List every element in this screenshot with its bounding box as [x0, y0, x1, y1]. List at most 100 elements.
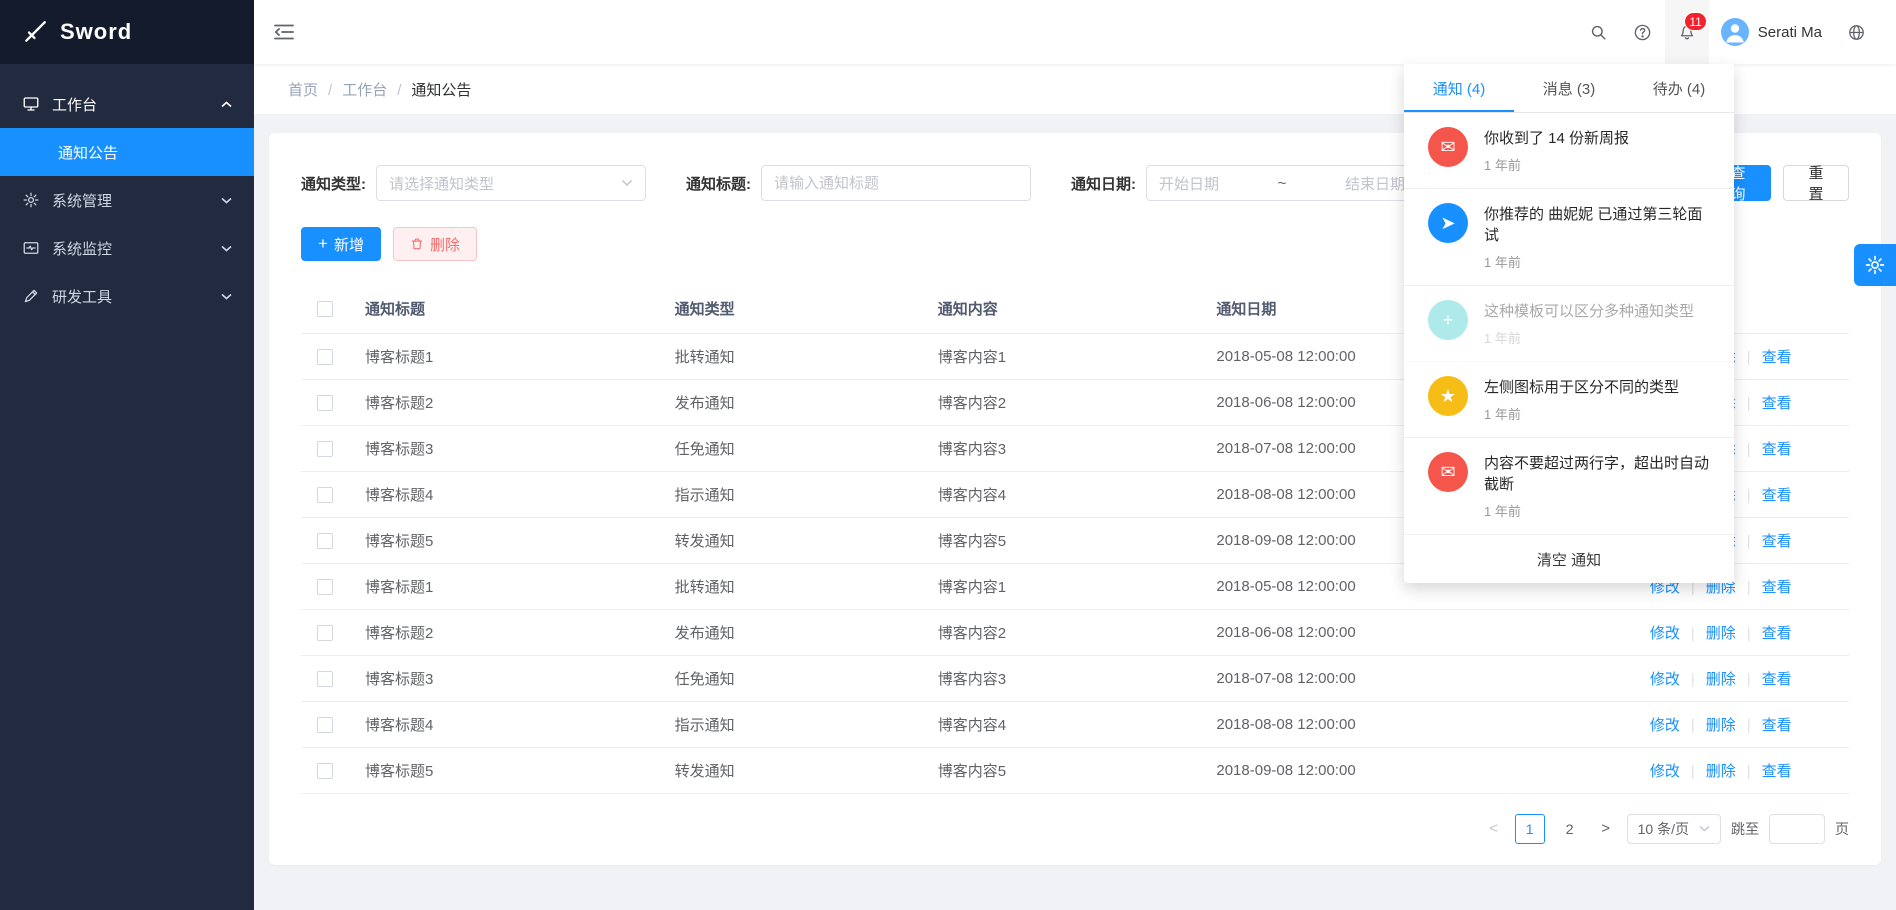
sidebar-item-label: 工作台	[52, 94, 220, 115]
notification-title: 左侧图标用于区分不同的类型	[1484, 377, 1679, 398]
row-action-delete[interactable]: 删除	[1680, 763, 1736, 780]
row-action-view[interactable]: 查看	[1736, 487, 1792, 504]
select-all-checkbox[interactable]	[317, 301, 333, 317]
row-action-view[interactable]: 查看	[1736, 441, 1792, 458]
row-checkbox[interactable]	[317, 533, 333, 549]
notification-time: 1 年前	[1484, 252, 1710, 271]
user-menu[interactable]: Serati Ma	[1709, 0, 1834, 64]
notification-time: 1 年前	[1484, 155, 1629, 174]
cell-title: 博客标题1	[349, 333, 659, 379]
filter-type-label: 通知类型:	[301, 173, 366, 194]
notification-panel: 通知 (4) 消息 (3) 待办 (4) ✉ 你收到了 14 份新周报 1 年前…	[1404, 64, 1734, 583]
add-button[interactable]: 新增	[301, 227, 381, 261]
page-size-value: 10 条/页	[1638, 819, 1689, 839]
row-action-view[interactable]: 查看	[1736, 395, 1792, 412]
notification-item[interactable]: ✉ 你收到了 14 份新周报 1 年前	[1404, 113, 1734, 189]
notification-time: 1 年前	[1484, 404, 1679, 423]
date-range-picker[interactable]: 开始日期 ~ 结束日期	[1146, 165, 1418, 201]
sidebar-menu: 工作台 通知公告 系统管理	[0, 64, 254, 320]
row-checkbox[interactable]	[317, 349, 333, 365]
notice-title-input[interactable]	[774, 175, 1018, 192]
delete-button[interactable]: 删除	[393, 227, 477, 261]
row-action-view[interactable]: 查看	[1736, 671, 1792, 688]
col-type: 通知类型	[659, 285, 922, 333]
tab-todos[interactable]: 待办 (4)	[1624, 64, 1734, 112]
tab-messages[interactable]: 消息 (3)	[1514, 64, 1624, 112]
row-action-edit[interactable]: 修改	[1650, 625, 1680, 642]
table-row: 博客标题3 任免通知 博客内容3 2018-07-08 12:00:00 修改删…	[301, 655, 1849, 701]
page-button-2[interactable]: 2	[1555, 814, 1585, 844]
row-action-view[interactable]: 查看	[1736, 533, 1792, 550]
sword-icon	[22, 19, 48, 45]
monitor-icon	[22, 95, 40, 113]
row-action-view[interactable]: 查看	[1736, 625, 1792, 642]
sidebar-item-label: 通知公告	[58, 142, 118, 163]
search-icon[interactable]	[1577, 0, 1621, 64]
cell-content: 博客内容3	[922, 655, 1201, 701]
row-action-edit[interactable]: 修改	[1650, 717, 1680, 734]
chevron-down-icon	[621, 179, 633, 187]
row-action-delete[interactable]: 删除	[1680, 671, 1736, 688]
breadcrumb-home[interactable]: 首页	[288, 79, 318, 100]
select-placeholder: 请选择通知类型	[389, 173, 494, 194]
page-button-1[interactable]: 1	[1515, 814, 1545, 844]
row-checkbox[interactable]	[317, 717, 333, 733]
notification-item[interactable]: ★ 左侧图标用于区分不同的类型 1 年前	[1404, 362, 1734, 438]
notifications-bell-icon[interactable]: 11	[1665, 0, 1709, 64]
notification-title: 这种模板可以区分多种通知类型	[1484, 301, 1694, 322]
cell-type: 转发通知	[659, 517, 922, 563]
row-action-view[interactable]: 查看	[1736, 579, 1792, 596]
row-action-edit[interactable]: 修改	[1650, 671, 1680, 688]
clear-notifications-button[interactable]: 清空 通知	[1404, 535, 1734, 583]
notification-title: 你推荐的 曲妮妮 已通过第三轮面试	[1484, 204, 1710, 246]
notification-time: 1 年前	[1484, 501, 1710, 520]
row-checkbox[interactable]	[317, 579, 333, 595]
help-icon[interactable]	[1621, 0, 1665, 64]
cell-title: 博客标题3	[349, 655, 659, 701]
tab-notifications[interactable]: 通知 (4)	[1404, 64, 1514, 112]
cell-content: 博客内容4	[922, 471, 1201, 517]
next-page-button[interactable]: >	[1595, 820, 1617, 837]
add-button-label: 新增	[334, 234, 364, 255]
page-size-select[interactable]: 10 条/页	[1627, 814, 1721, 844]
trash-icon	[410, 237, 424, 251]
start-date-placeholder: 开始日期	[1159, 173, 1219, 194]
row-checkbox[interactable]	[317, 671, 333, 687]
language-globe-icon[interactable]	[1834, 0, 1878, 64]
notification-item[interactable]: + 这种模板可以区分多种通知类型 1 年前	[1404, 286, 1734, 362]
row-checkbox[interactable]	[317, 441, 333, 457]
row-checkbox[interactable]	[317, 763, 333, 779]
chevron-up-icon	[220, 98, 232, 110]
notice-type-select[interactable]: 请选择通知类型	[376, 165, 646, 201]
jump-suffix: 页	[1835, 819, 1849, 839]
sidebar-item-dev-tools[interactable]: 研发工具	[0, 272, 254, 320]
row-checkbox[interactable]	[317, 395, 333, 411]
notification-item[interactable]: ➤ 你推荐的 曲妮妮 已通过第三轮面试 1 年前	[1404, 189, 1734, 286]
reset-button[interactable]: 重 置	[1783, 165, 1849, 201]
sidebar-item-notice[interactable]: 通知公告	[0, 128, 254, 176]
settings-fab-button[interactable]	[1854, 244, 1896, 286]
cell-title: 博客标题3	[349, 425, 659, 471]
row-checkbox[interactable]	[317, 487, 333, 503]
row-action-edit[interactable]: 修改	[1650, 763, 1680, 780]
cell-date: 2018-07-08 12:00:00	[1200, 655, 1633, 701]
sidebar-item-system-manage[interactable]: 系统管理	[0, 176, 254, 224]
notification-item[interactable]: ✉ 内容不要超过两行字，超出时自动截断 1 年前	[1404, 438, 1734, 535]
collapse-sidebar-icon[interactable]	[254, 0, 314, 64]
row-action-view[interactable]: 查看	[1736, 763, 1792, 780]
chevron-down-icon	[220, 290, 232, 302]
breadcrumb-workbench[interactable]: 工作台	[318, 79, 387, 100]
row-action-delete[interactable]: 删除	[1680, 717, 1736, 734]
sidebar-item-system-monitor[interactable]: 系统监控	[0, 224, 254, 272]
filter-title-group: 通知标题:	[686, 165, 1031, 201]
row-checkbox[interactable]	[317, 625, 333, 641]
sidebar-item-workbench[interactable]: 工作台	[0, 80, 254, 128]
breadcrumb-current: 通知公告	[387, 79, 471, 100]
page-jump-input[interactable]	[1769, 814, 1825, 844]
row-action-view[interactable]: 查看	[1736, 349, 1792, 366]
row-action-delete[interactable]: 删除	[1680, 625, 1736, 642]
prev-page-button[interactable]: <	[1483, 820, 1505, 837]
table-row: 博客标题4 指示通知 博客内容4 2018-08-08 12:00:00 修改删…	[301, 701, 1849, 747]
cell-title: 博客标题1	[349, 563, 659, 609]
row-action-view[interactable]: 查看	[1736, 717, 1792, 734]
